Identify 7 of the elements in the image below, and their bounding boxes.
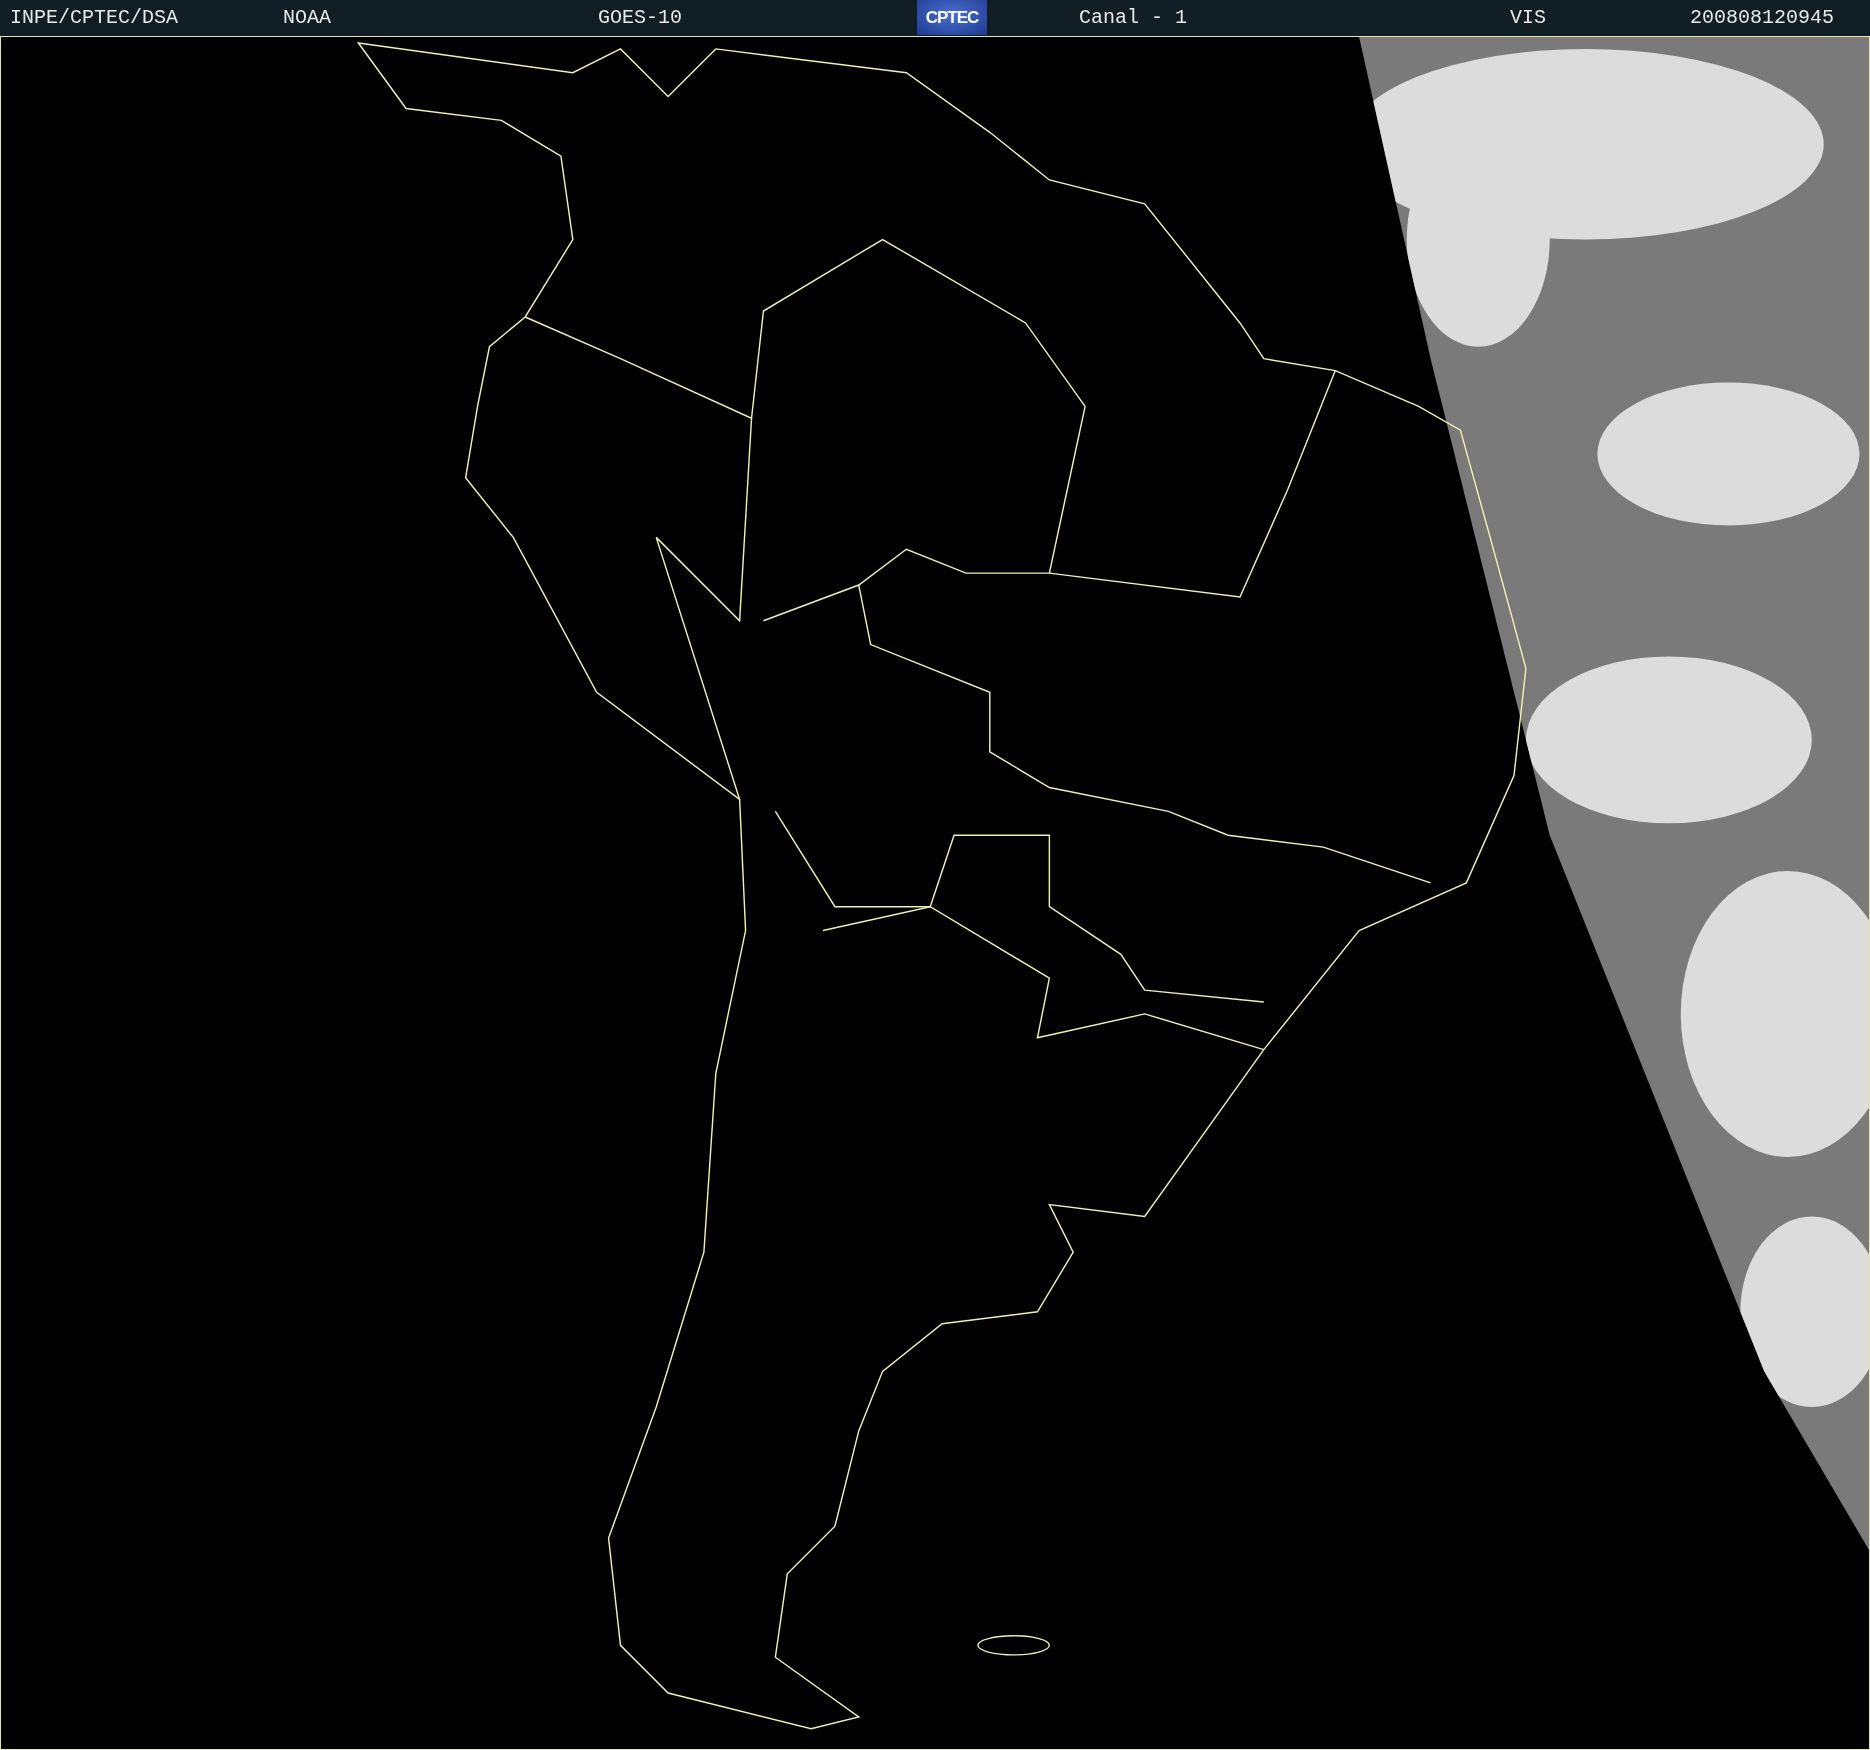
header-label: INPE/CPTEC/DSA — [10, 8, 179, 28]
header-label: NOAA — [283, 8, 331, 28]
header-label: Canal - 1 — [1079, 8, 1188, 28]
header-label: 200808120945 — [1690, 8, 1835, 28]
logo: CPTEC — [917, 0, 987, 35]
header-label: GOES-10 — [598, 8, 682, 28]
header-label: VIS — [1510, 8, 1546, 28]
